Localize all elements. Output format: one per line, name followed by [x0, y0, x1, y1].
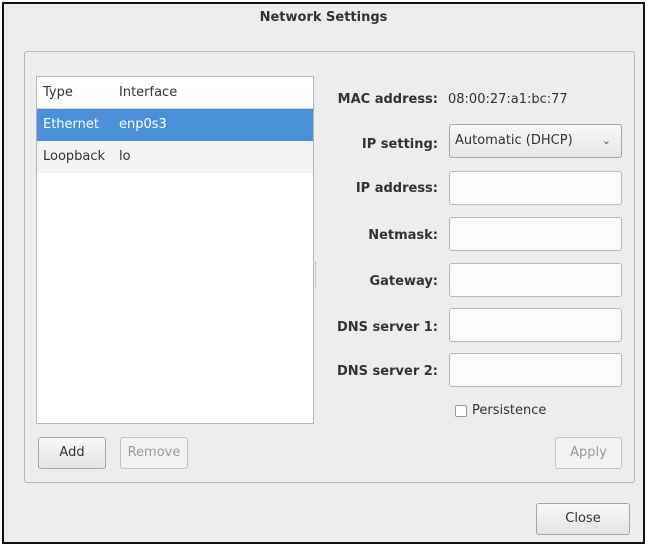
interface-list[interactable]: Type Interface Ethernet enp0s3 Loopback … [36, 76, 314, 424]
netmask-field[interactable] [449, 217, 622, 251]
ip-setting-value: Automatic (DHCP) [455, 133, 573, 148]
row-type: Loopback [43, 149, 106, 164]
ip-address-field[interactable] [449, 171, 622, 205]
row-type: Ethernet [43, 117, 99, 132]
list-header: Type Interface [37, 77, 313, 109]
gateway-label: Gateway: [369, 274, 438, 289]
column-header-type[interactable]: Type [43, 85, 73, 100]
remove-button[interactable]: Remove [120, 437, 188, 469]
row-interface: enp0s3 [119, 117, 167, 132]
persistence-checkbox[interactable] [455, 405, 467, 417]
add-button[interactable]: Add [38, 437, 106, 469]
dns-server-1-field[interactable] [449, 308, 622, 342]
gateway-field[interactable] [449, 263, 622, 297]
list-row-loopback[interactable]: Loopback lo [37, 141, 313, 173]
dns-server-1-label: DNS server 1: [337, 320, 438, 335]
mac-address-label: MAC address: [337, 92, 438, 107]
column-header-interface[interactable]: Interface [119, 85, 177, 100]
dns-server-2-label: DNS server 2: [337, 364, 438, 379]
apply-button[interactable]: Apply [555, 437, 622, 469]
ip-setting-label: IP setting: [361, 137, 438, 152]
ip-setting-dropdown[interactable]: Automatic (DHCP) ⌄ [449, 124, 622, 158]
mac-address-value: 08:00:27:a1:bc:77 [448, 92, 568, 107]
persistence-label[interactable]: Persistence [472, 403, 546, 418]
ip-address-label: IP address: [355, 181, 438, 196]
row-interface: lo [119, 149, 131, 164]
netmask-label: Netmask: [368, 228, 438, 243]
chevron-down-icon: ⌄ [601, 134, 611, 147]
dns-server-2-field[interactable] [449, 353, 622, 387]
window-title: Network Settings [259, 10, 388, 25]
close-button[interactable]: Close [536, 503, 630, 535]
list-row-ethernet[interactable]: Ethernet enp0s3 [37, 109, 313, 141]
